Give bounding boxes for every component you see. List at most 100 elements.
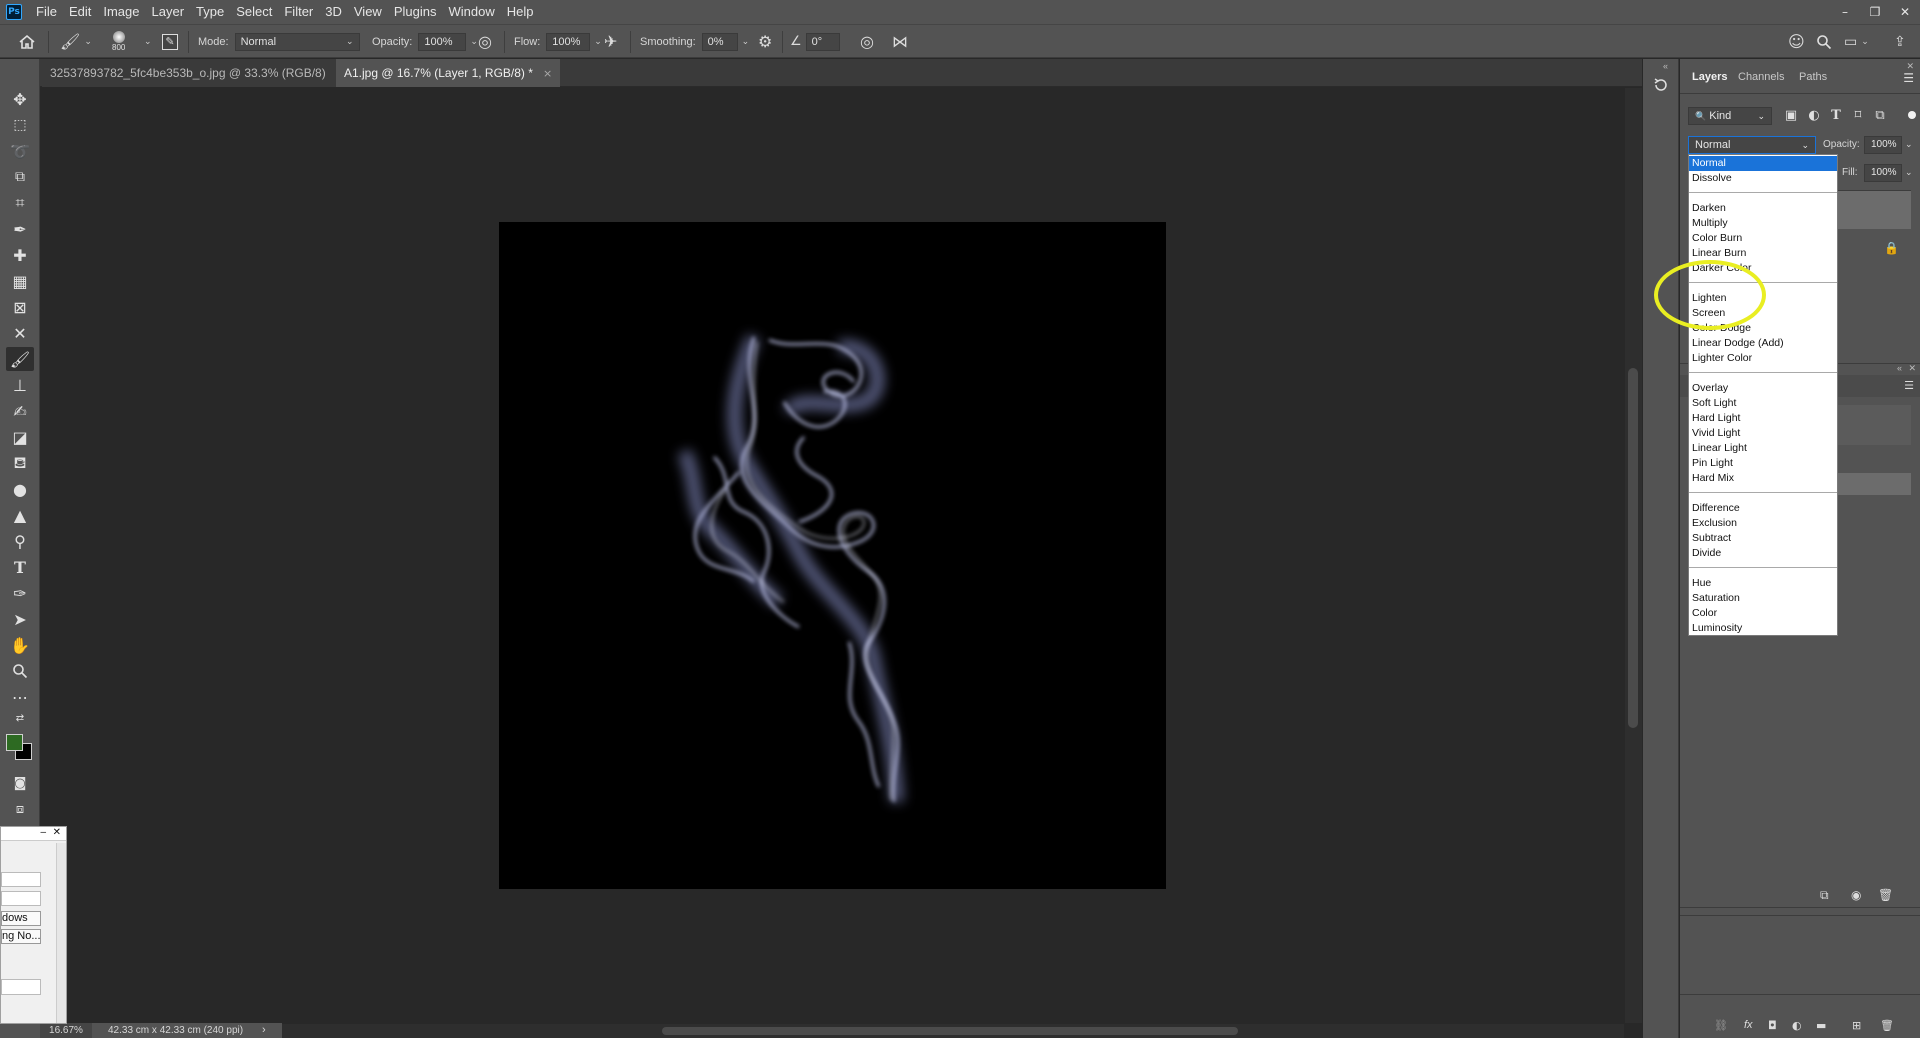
blend-option-soft-light[interactable]: Soft Light <box>1689 396 1837 411</box>
document-canvas[interactable] <box>499 222 1166 889</box>
filter-toggle-icon[interactable] <box>1908 111 1916 119</box>
blend-mode-select[interactable]: Normal ⌄ <box>1688 136 1816 154</box>
camera-icon[interactable]: ◉ <box>1851 888 1861 902</box>
layer-filter-select[interactable]: 🔍 Kind ⌄ <box>1688 107 1772 125</box>
collapse-icon[interactable]: « <box>1897 363 1902 373</box>
blur-tool[interactable]: ● <box>6 477 34 501</box>
trash-icon[interactable]: 🗑 <box>1878 888 1893 902</box>
pressure-opacity-toggle[interactable]: ◎ <box>478 25 492 58</box>
floating-scrollbar[interactable] <box>56 843 66 1023</box>
brush-size-picker[interactable]: 800 <box>112 25 125 58</box>
blend-option-linear-light[interactable]: Linear Light <box>1689 441 1837 456</box>
history-brush-tool[interactable]: ✍ <box>6 399 34 423</box>
menu-filter[interactable]: Filter <box>278 0 319 24</box>
tab-channels[interactable]: Channels <box>1738 71 1784 83</box>
angle-field[interactable]: 0° <box>805 32 840 51</box>
workspace-switcher[interactable]: ▭ ⌄ <box>1844 25 1869 58</box>
floating-field[interactable] <box>1 872 41 887</box>
menu-edit[interactable]: Edit <box>63 0 97 24</box>
close-panel-icon[interactable]: ✕ <box>1908 363 1916 374</box>
brush-settings-toggle[interactable]: ✎ <box>162 25 178 58</box>
horizontal-scroll-thumb[interactable] <box>662 1027 1238 1035</box>
search-button[interactable] <box>1816 25 1832 58</box>
airbrush-toggle[interactable]: ✈ <box>604 25 617 58</box>
chevron-down-icon[interactable]: ⌄ <box>742 37 750 47</box>
vertical-scroll-thumb[interactable] <box>1628 368 1638 728</box>
status-menu-arrow[interactable]: › <box>262 1023 266 1038</box>
tab-layers[interactable]: Layers <box>1692 71 1727 83</box>
collapse-icon[interactable]: « <box>1663 61 1668 71</box>
blend-option-difference[interactable]: Difference <box>1689 501 1837 516</box>
brush-tool[interactable]: 🖌 <box>6 347 34 371</box>
content-aware-move-tool[interactable]: ✕ <box>6 321 34 345</box>
link-layers-icon[interactable]: ⛓ <box>1714 1019 1728 1032</box>
zoom-tool[interactable] <box>6 659 34 683</box>
blend-option-vivid-light[interactable]: Vivid Light <box>1689 426 1837 441</box>
hand-tool[interactable]: ✋ <box>6 633 34 657</box>
floating-field[interactable] <box>1 979 41 995</box>
menu-help[interactable]: Help <box>501 0 540 24</box>
flow-field[interactable]: 100% <box>546 32 591 51</box>
zoom-level-field[interactable]: 16.67% <box>40 1023 92 1038</box>
crop-tool[interactable]: ⌗ <box>6 191 34 215</box>
frame-tool[interactable]: ⊠ <box>6 295 34 319</box>
close-button[interactable]: ✕ <box>1890 0 1920 24</box>
smoothing-field[interactable]: 0% <box>701 32 738 51</box>
blend-option-saturation[interactable]: Saturation <box>1689 591 1837 606</box>
tab-document-2[interactable]: A1.jpg @ 16.7% (Layer 1, RGB/8) * × <box>336 59 561 87</box>
restore-button[interactable]: ❐ <box>1860 0 1890 24</box>
edit-toolbar-button[interactable]: ⋯ <box>6 685 34 709</box>
blend-option-dissolve[interactable]: Dissolve <box>1689 171 1837 186</box>
floating-button[interactable]: dows <box>1 911 41 926</box>
layer-opacity-field[interactable]: 100% <box>1864 136 1902 154</box>
adjustment-layer-icon[interactable]: ◐ <box>1792 1019 1802 1032</box>
marquee-tool[interactable]: ⬚ <box>6 113 34 137</box>
learn-button[interactable]: ☺ <box>1788 25 1805 58</box>
blend-option-darken[interactable]: Darken <box>1689 201 1837 216</box>
pressure-size-toggle[interactable]: ◎ <box>860 25 874 58</box>
floating-minimize-button[interactable]: – <box>40 827 46 838</box>
menu-window[interactable]: Window <box>442 0 500 24</box>
quick-mask-button[interactable]: ◙ <box>6 771 34 795</box>
layer-style-fx-icon[interactable]: fx <box>1744 1019 1753 1031</box>
foreground-color-swatch[interactable] <box>6 734 23 751</box>
new-snapshot-button[interactable]: ⧉ <box>1820 888 1829 903</box>
blend-option-luminosity[interactable]: Luminosity <box>1689 621 1837 636</box>
fill-field[interactable]: 100% <box>1864 164 1902 182</box>
blend-option-linear-dodge[interactable]: Linear Dodge (Add) <box>1689 336 1837 351</box>
blend-option-subtract[interactable]: Subtract <box>1689 531 1837 546</box>
panel-menu-icon[interactable]: ☰ <box>1903 71 1914 85</box>
tab-document-1[interactable]: 32537893782_5fc4be353b_o.jpg @ 33.3% (RG… <box>42 59 353 87</box>
chevron-down-icon[interactable]: ⌄ <box>470 37 478 47</box>
floating-button[interactable]: ng No... <box>1 929 41 944</box>
tool-preset-picker[interactable]: 🖌 ⌄ <box>60 25 92 58</box>
filter-adjustment-icon[interactable]: ◐ <box>1805 108 1823 126</box>
filter-type-icon[interactable]: T <box>1827 108 1845 126</box>
home-button[interactable] <box>18 25 36 58</box>
close-tab-icon[interactable]: × <box>543 67 552 80</box>
blend-option-color[interactable]: Color <box>1689 606 1837 621</box>
eraser-tool[interactable]: ◪ <box>6 425 34 449</box>
menu-layer[interactable]: Layer <box>146 0 191 24</box>
minimize-button[interactable]: – <box>1830 0 1860 24</box>
floating-close-button[interactable]: ✕ <box>53 827 61 838</box>
filter-smart-object-icon[interactable]: ⧉ <box>1871 108 1889 126</box>
path-selection-tool[interactable]: ➤ <box>6 607 34 631</box>
menu-type[interactable]: Type <box>190 0 230 24</box>
menu-select[interactable]: Select <box>230 0 278 24</box>
type-tool[interactable]: T <box>6 555 34 579</box>
delete-layer-icon[interactable]: 🗑 <box>1880 1019 1894 1032</box>
blend-option-overlay[interactable]: Overlay <box>1689 381 1837 396</box>
smoothing-options-button[interactable]: ⚙ <box>758 25 772 58</box>
filter-shape-icon[interactable]: ⌑ <box>1849 108 1867 126</box>
chevron-down-icon[interactable]: ⌄ <box>1905 167 1913 178</box>
patch-tool[interactable]: ▦ <box>6 269 34 293</box>
lasso-tool[interactable]: ➰ <box>6 139 34 163</box>
blend-option-divide[interactable]: Divide <box>1689 546 1837 561</box>
move-tool[interactable]: ✥ <box>6 87 34 111</box>
pen-tool[interactable]: ✑ <box>6 581 34 605</box>
blend-option-linear-burn[interactable]: Linear Burn <box>1689 246 1837 261</box>
screen-mode-button[interactable]: ⧈ <box>6 797 34 821</box>
menu-file[interactable]: File <box>30 0 63 24</box>
share-button[interactable]: ⇪ <box>1894 25 1906 58</box>
